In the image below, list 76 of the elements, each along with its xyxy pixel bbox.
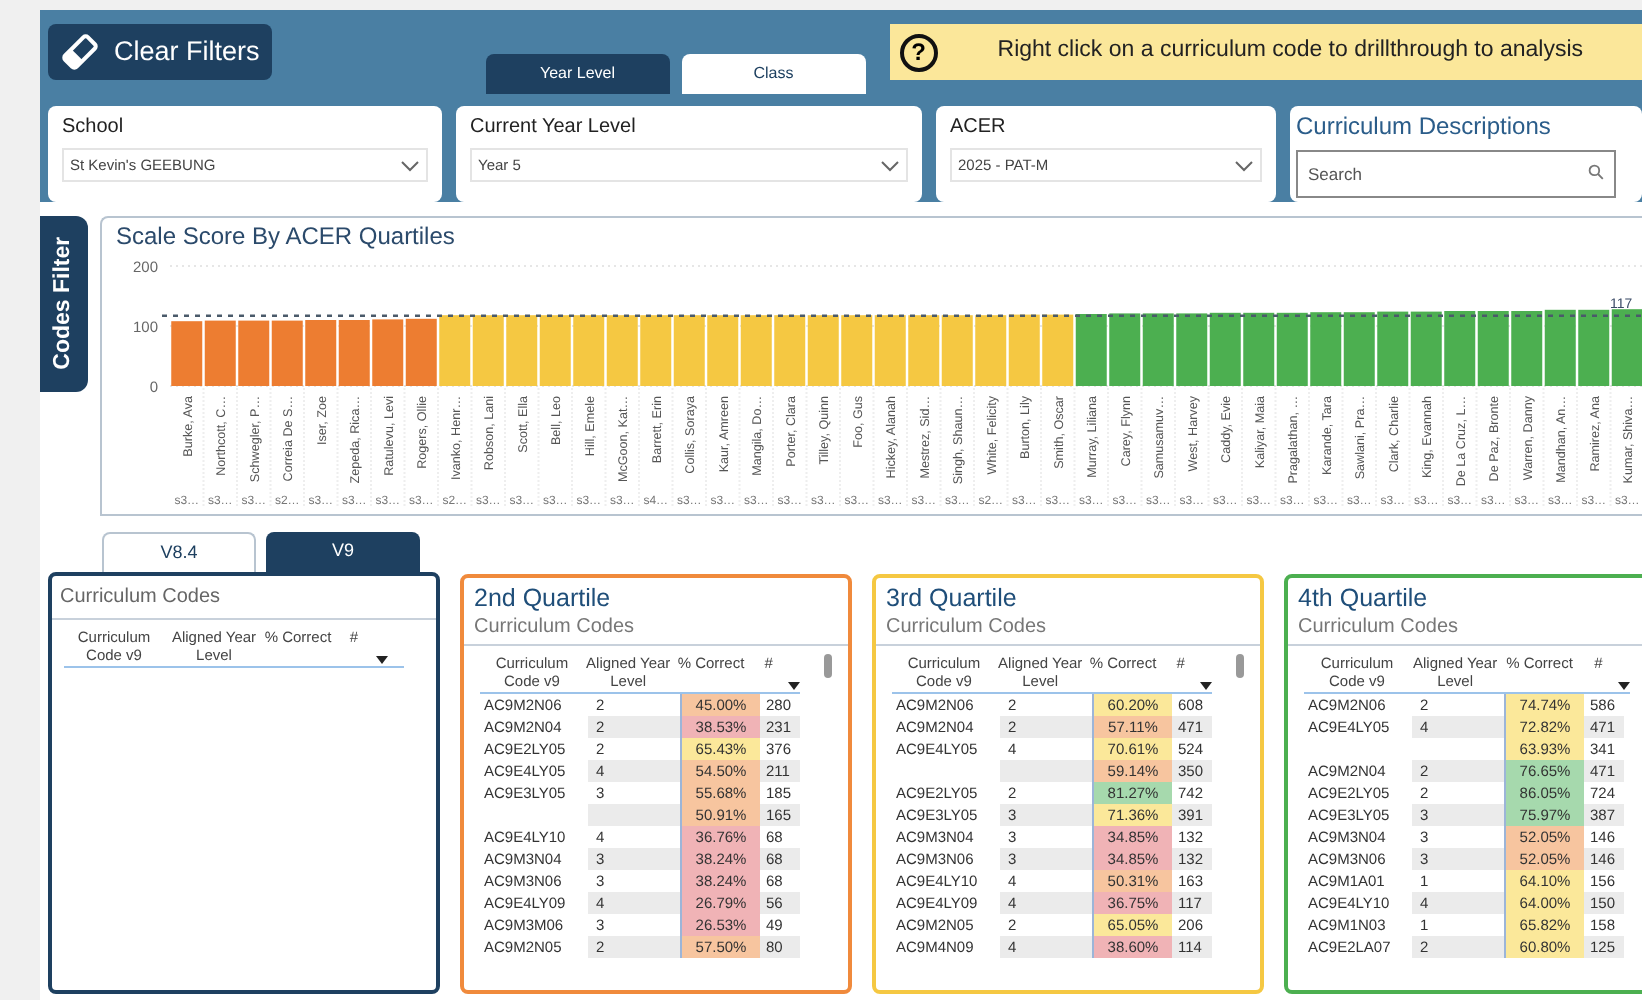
bar[interactable] bbox=[539, 315, 571, 386]
codes-filter-tab[interactable]: Codes Filter bbox=[40, 216, 88, 392]
bar[interactable] bbox=[874, 315, 906, 386]
filter-label: School bbox=[62, 114, 126, 143]
bar[interactable] bbox=[1008, 314, 1040, 386]
bar[interactable] bbox=[1042, 314, 1074, 386]
panel-title: Curriculum Codes bbox=[52, 576, 436, 620]
bar[interactable] bbox=[975, 315, 1007, 386]
bar[interactable] bbox=[506, 315, 538, 386]
chevron-down-icon bbox=[400, 159, 420, 172]
clear-filters-button[interactable]: Clear Filters bbox=[48, 24, 272, 80]
bar[interactable] bbox=[1142, 313, 1174, 386]
bar[interactable] bbox=[573, 315, 605, 386]
chevron-down-icon bbox=[1234, 159, 1254, 172]
bar[interactable] bbox=[1511, 311, 1543, 386]
filter-label: Current Year Level bbox=[470, 114, 638, 143]
bar[interactable] bbox=[1544, 309, 1576, 386]
bar[interactable] bbox=[908, 315, 940, 386]
bar[interactable] bbox=[1310, 312, 1342, 386]
panel-title: 2nd Quartile bbox=[474, 582, 613, 614]
search-icon bbox=[1588, 164, 1604, 181]
chevron-down-icon bbox=[880, 159, 900, 172]
bar[interactable] bbox=[1578, 309, 1610, 386]
bar[interactable] bbox=[372, 319, 404, 386]
panel-title: 4th Quartile bbox=[1298, 582, 1430, 614]
bar[interactable] bbox=[841, 315, 873, 386]
bar[interactable] bbox=[405, 318, 437, 386]
chart-title: Scale Score By ACER Quartiles bbox=[114, 220, 457, 252]
bar[interactable] bbox=[204, 320, 236, 386]
search-field[interactable]: Search bbox=[1296, 150, 1616, 199]
bar[interactable] bbox=[740, 315, 772, 386]
bar[interactable] bbox=[941, 315, 973, 386]
panel-title: 3rd Quartile bbox=[886, 582, 1019, 614]
version-tab[interactable]: V9 bbox=[266, 532, 420, 572]
bar[interactable] bbox=[439, 315, 471, 386]
bar[interactable] bbox=[707, 315, 739, 386]
view-tab[interactable]: Class bbox=[681, 54, 866, 94]
bar[interactable] bbox=[238, 320, 270, 386]
panel-subtitle: Curriculum Codes bbox=[886, 614, 1049, 642]
bar[interactable] bbox=[1611, 309, 1642, 386]
bar[interactable] bbox=[1377, 311, 1409, 386]
bar[interactable] bbox=[606, 315, 638, 386]
sort-caret-icon[interactable] bbox=[1618, 682, 1630, 690]
bar[interactable] bbox=[1477, 311, 1509, 386]
bar[interactable] bbox=[1343, 312, 1375, 386]
bar[interactable] bbox=[305, 320, 337, 386]
bar[interactable] bbox=[1176, 313, 1208, 386]
bar[interactable] bbox=[1075, 314, 1107, 386]
bar[interactable] bbox=[807, 315, 839, 386]
scrollbar-thumb[interactable] bbox=[1236, 654, 1244, 678]
bar[interactable] bbox=[1209, 312, 1241, 386]
eraser-icon bbox=[60, 32, 100, 72]
help-icon: ? bbox=[899, 33, 938, 71]
bar[interactable] bbox=[1276, 312, 1308, 386]
bar[interactable] bbox=[673, 315, 705, 386]
sort-caret-icon[interactable] bbox=[376, 656, 388, 664]
bar[interactable] bbox=[472, 315, 504, 386]
bar[interactable] bbox=[1243, 312, 1275, 386]
bar[interactable] bbox=[271, 320, 303, 386]
sort-caret-icon[interactable] bbox=[1200, 682, 1212, 690]
sort-caret-icon[interactable] bbox=[788, 682, 800, 690]
panel-subtitle: Curriculum Codes bbox=[1298, 614, 1461, 642]
filter-label: ACER bbox=[950, 114, 1008, 143]
bar[interactable] bbox=[338, 320, 370, 386]
scrollbar-thumb[interactable] bbox=[824, 654, 832, 678]
filter-title: Curriculum Descriptions bbox=[1296, 110, 1553, 145]
bar[interactable] bbox=[1444, 311, 1476, 386]
bar[interactable] bbox=[774, 315, 806, 386]
panel-subtitle: Curriculum Codes bbox=[474, 614, 637, 642]
version-tab[interactable]: V8.4 bbox=[102, 532, 256, 572]
banner-text: Right click on a curriculum code to drillthrough to analysis bbox=[997, 36, 1584, 67]
view-tab[interactable]: Year Level bbox=[485, 54, 670, 94]
bar[interactable] bbox=[171, 321, 203, 386]
bar[interactable] bbox=[1109, 313, 1141, 386]
bar[interactable] bbox=[640, 315, 672, 386]
bar[interactable] bbox=[1410, 311, 1442, 386]
